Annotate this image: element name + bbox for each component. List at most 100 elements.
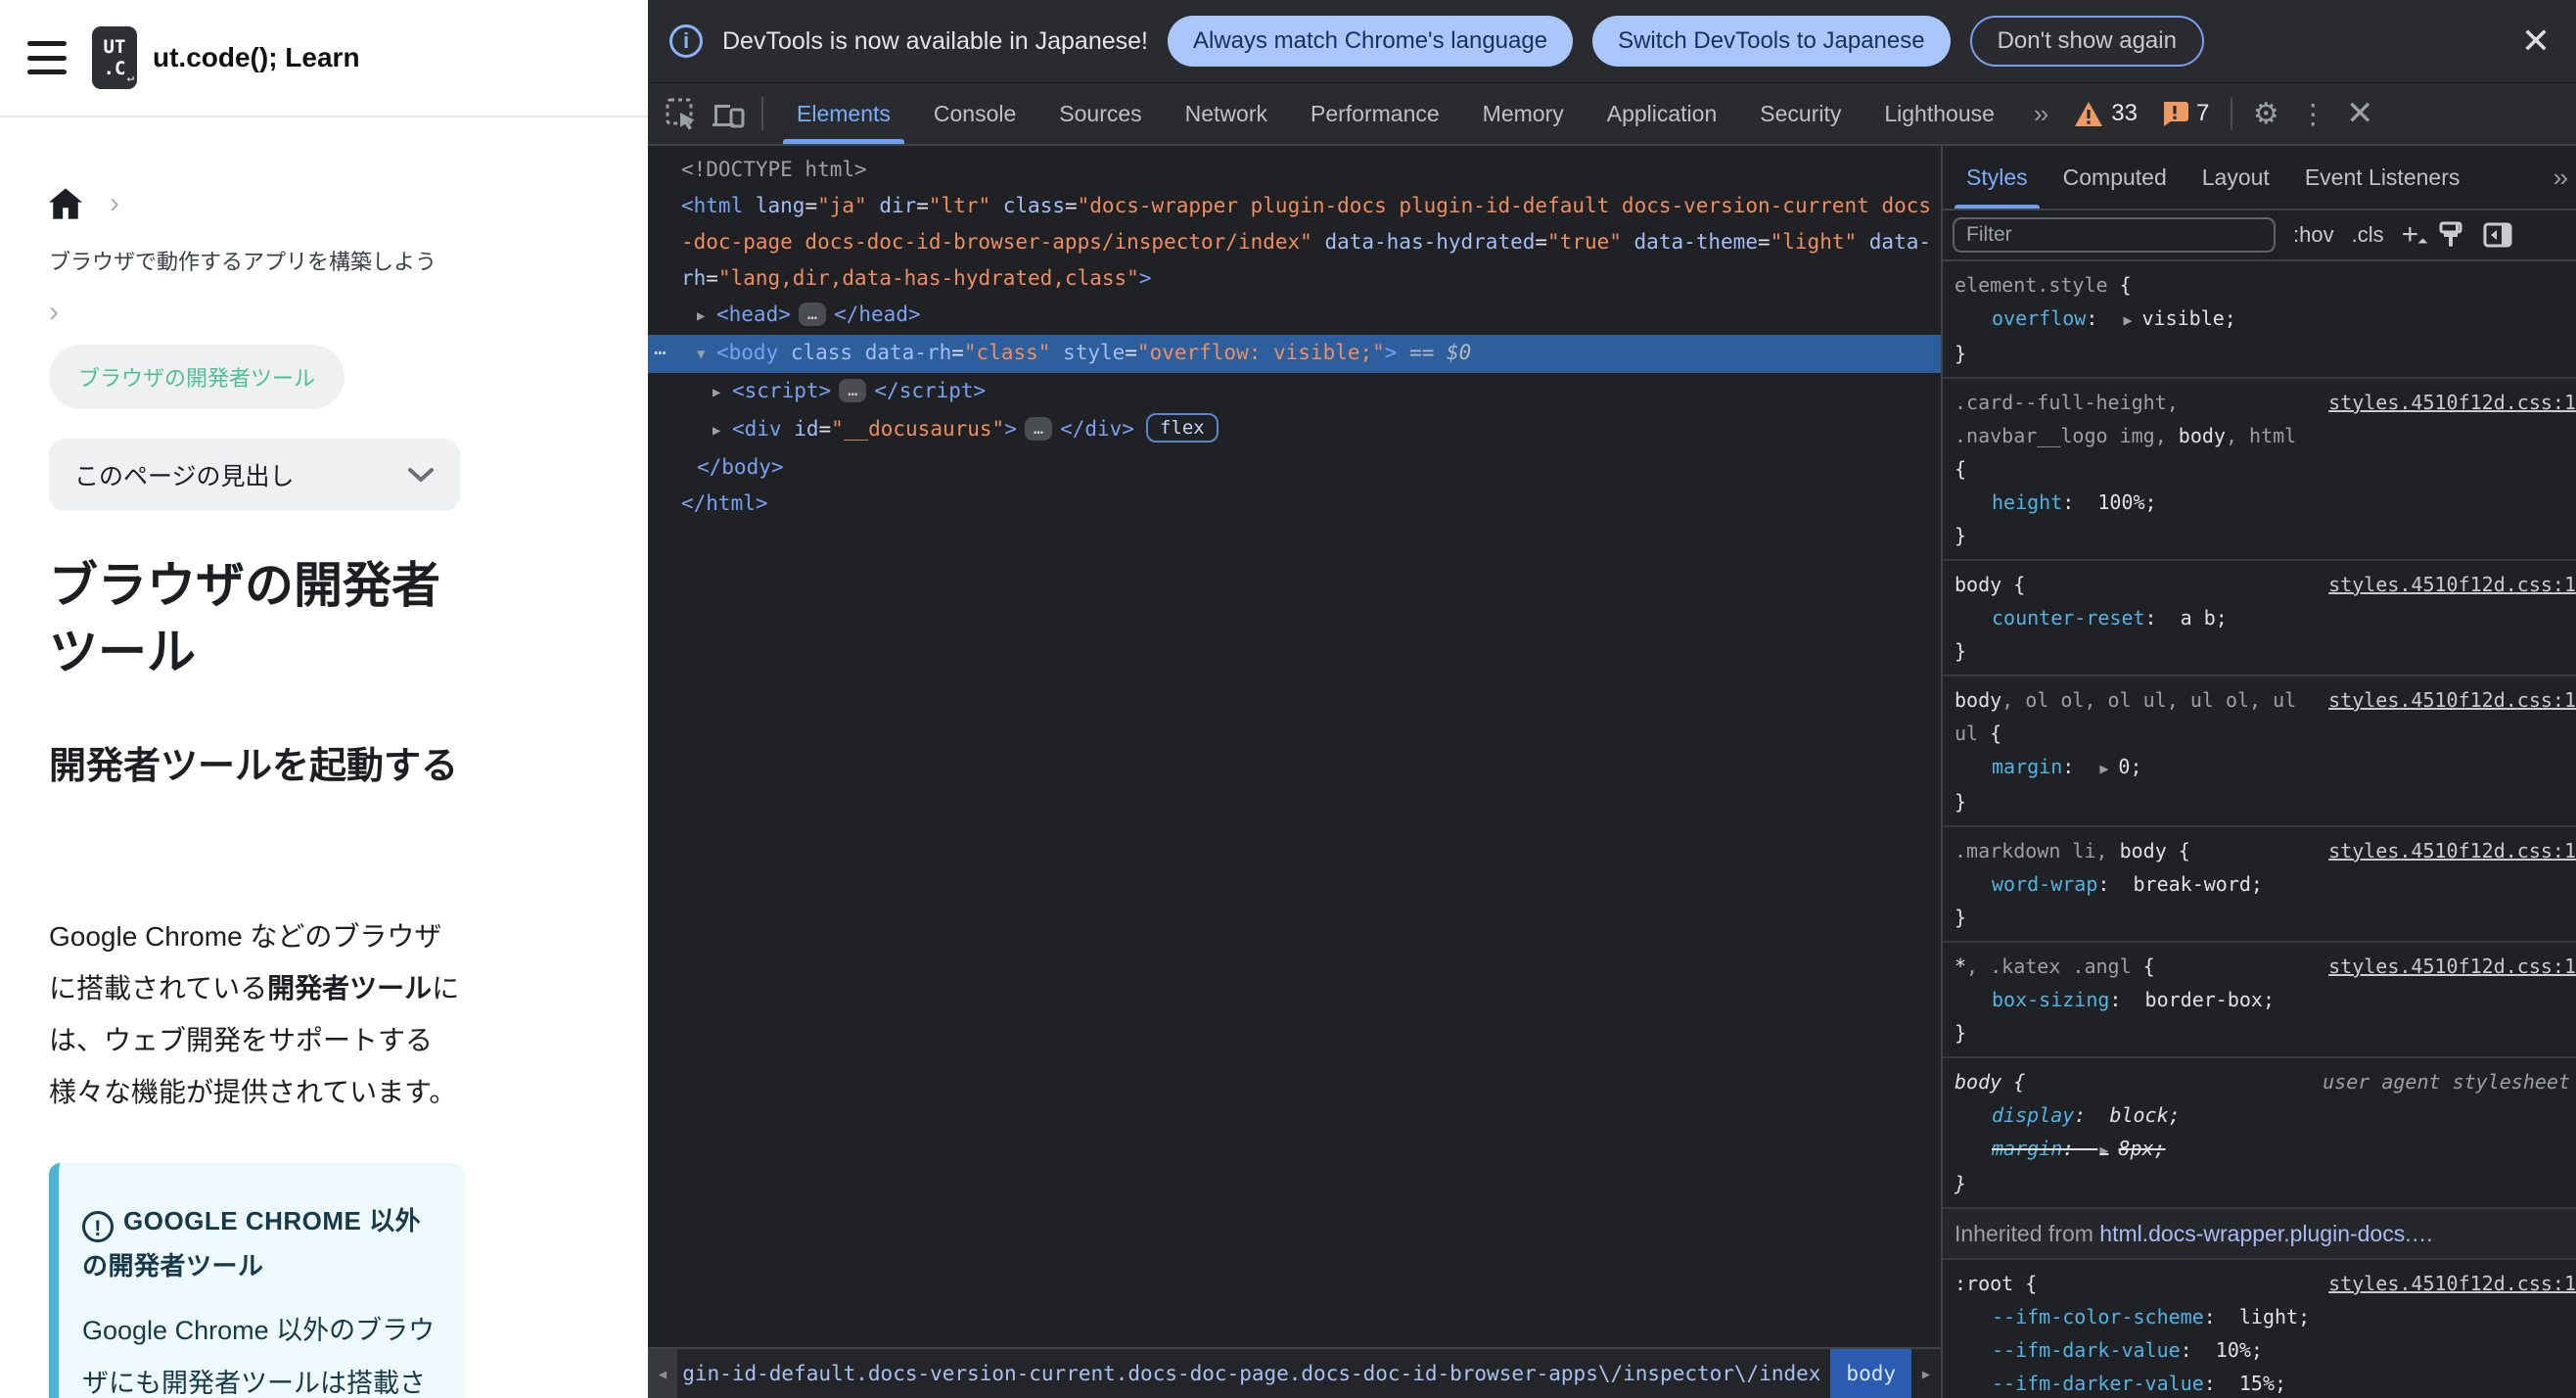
toggle-panel-icon[interactable] (2483, 220, 2512, 250)
css-property[interactable]: height: 100%; (1955, 486, 2576, 519)
expand-shorthand-icon[interactable]: ▶ (2099, 1142, 2108, 1159)
css-property[interactable]: --ifm-color-scheme: light; (1955, 1300, 2576, 1333)
device-toolbar-icon[interactable] (707, 92, 750, 135)
rule-selector[interactable]: .markdown li, body { (1955, 834, 2319, 867)
stylesheet-source-link[interactable]: styles.4510f12d.css:1 (2328, 1267, 2576, 1300)
css-rule: :root { styles.4510f12d.css:1 --ifm-color-… (1943, 1260, 2576, 1398)
node-menu-dots-icon[interactable]: ⋯ (654, 335, 667, 371)
css-property[interactable]: word-wrap: break-word; (1955, 867, 2576, 901)
rule-selector[interactable]: element.style { (1955, 268, 2576, 302)
expand-children-button[interactable]: … (839, 379, 867, 402)
tab-lighthouse[interactable]: Lighthouse (1863, 83, 2016, 144)
inherited-from-label: Inherited from (1955, 1221, 2100, 1246)
rule-selector[interactable]: *, .katex .angl { (1955, 950, 2319, 983)
sidebar-tab-event-listeners[interactable]: Event Listeners (2287, 146, 2478, 209)
sidebar-tab-layout[interactable]: Layout (2185, 146, 2287, 209)
expand-arrow-icon[interactable]: ▶ (697, 299, 716, 335)
inherited-element-link[interactable]: html.docs-wrapper.plugin-docs.… (2099, 1221, 2433, 1246)
stylesheet-source-link[interactable]: styles.4510f12d.css:1 (2328, 568, 2576, 601)
css-property[interactable]: margin: ▶ 0; (1955, 750, 2576, 785)
code-token: = (805, 194, 818, 217)
expand-children-button[interactable]: … (798, 303, 827, 326)
site-logo[interactable]: UT .C ↵ (92, 26, 137, 89)
close-icon[interactable]: ✕ (2521, 23, 2551, 59)
settings-gear-icon[interactable]: ⚙ (2244, 92, 2287, 135)
tab-memory[interactable]: Memory (1461, 83, 1586, 144)
rule-selector[interactable]: body, ol ol, ol ul, ul ol, ul ul { (1955, 683, 2319, 750)
toggle-class-button[interactable]: .cls (2352, 222, 2384, 248)
tab-sources[interactable]: Sources (1037, 83, 1163, 144)
stylesheet-source-link[interactable]: styles.4510f12d.css:1 (2328, 834, 2576, 867)
toggle-hover-state-button[interactable]: :hov (2293, 222, 2334, 248)
css-property[interactable]: overflow: ▶ visible; (1955, 302, 2576, 337)
kebab-menu-icon[interactable]: ⋮ (2291, 92, 2334, 135)
expand-shorthand-icon[interactable]: ▶ (2099, 760, 2108, 777)
stylesheet-source-link[interactable]: styles.4510f12d.css:1 (2328, 683, 2576, 717)
more-sidebar-tabs-icon[interactable]: ›› (2553, 163, 2576, 193)
breadcrumb-item-parent[interactable]: ブラウザで動作するアプリを構築しよう (49, 245, 509, 276)
issues-counter[interactable]: 7 (2161, 100, 2209, 127)
inspect-element-icon[interactable] (660, 92, 703, 135)
expand-arrow-icon[interactable]: ▶ (713, 375, 732, 411)
styles-filter-input[interactable] (1953, 217, 2276, 253)
tab-console[interactable]: Console (912, 83, 1037, 144)
toc-collapsible-button[interactable]: このページの見出し (49, 439, 460, 511)
warning-triangle-icon (2074, 101, 2103, 127)
css-property[interactable]: counter-reset: a b; (1955, 601, 2576, 634)
crumb-scroll-left-icon[interactable]: ◂ (648, 1349, 677, 1398)
code-token: data-theme (1621, 230, 1758, 254)
rule-selector[interactable]: .card--full-height, .navbar__logo img, b… (1955, 386, 2319, 486)
css-property[interactable]: margin: ▶ 8px; (1955, 1132, 2576, 1167)
home-icon[interactable] (49, 188, 82, 219)
element-path[interactable]: plugin-id-default.docs-version-current.d… (681, 1362, 1820, 1385)
dom-tree-node[interactable]: ▶ <script> … </script> (648, 373, 1941, 411)
flex-badge[interactable]: flex (1145, 413, 1219, 443)
expand-arrow-icon[interactable]: ▶ (713, 413, 732, 449)
css-property[interactable]: box-sizing: border-box; (1955, 983, 2576, 1016)
tab-elements[interactable]: Elements (775, 83, 912, 144)
new-style-rule-button[interactable]: + (2402, 220, 2419, 250)
collapse-arrow-icon[interactable]: ▼ (697, 337, 716, 373)
breadcrumb-item-current[interactable]: ブラウザの開発者ツール (49, 345, 345, 409)
tab-application[interactable]: Application (1586, 83, 1739, 144)
dom-tree-node[interactable]: <html lang="ja" dir="ltr" class="docs-wr… (648, 188, 1941, 297)
css-property[interactable]: display: block; (1955, 1098, 2576, 1132)
dom-tree-node[interactable]: ▶ <div id="__docusaurus"> … </div> flex (648, 411, 1941, 449)
sidebar-tab-styles[interactable]: Styles (1949, 146, 2046, 209)
warnings-counter[interactable]: 33 (2074, 100, 2138, 127)
devtools-infobar: i DevTools is now available in Japanese!… (648, 0, 2576, 83)
dom-tree-node[interactable]: <!DOCTYPE html> (648, 152, 1941, 188)
crumb-scroll-right-icon[interactable]: ▸ (1911, 1349, 1941, 1398)
switch-to-japanese-button[interactable]: Switch DevTools to Japanese (1592, 16, 1951, 67)
tab-performance[interactable]: Performance (1289, 83, 1461, 144)
tab-network[interactable]: Network (1164, 83, 1289, 144)
more-tabs-icon[interactable]: ›› (2034, 99, 2048, 129)
selected-element-crumb[interactable]: body (1830, 1349, 1911, 1398)
dom-tree-node[interactable]: ▶ <head> … </head> (648, 297, 1941, 335)
rule-selector[interactable]: body { (1955, 568, 2319, 601)
site-title[interactable]: ut.code(); Learn (153, 42, 360, 73)
divider (761, 97, 763, 130)
css-property[interactable]: --ifm-darker-value: 15%; (1955, 1367, 2576, 1398)
stylesheet-source-link[interactable]: styles.4510f12d.css:1 (2328, 386, 2576, 419)
docs-site-page: UT .C ↵ ut.code(); Learn › ブラウザで動作するアプリを… (0, 0, 648, 1398)
rule-selector[interactable]: :root { (1955, 1267, 2319, 1300)
expand-shorthand-icon[interactable]: ▶ (2123, 311, 2132, 329)
dont-show-again-button[interactable]: Don't show again (1969, 16, 2204, 67)
dom-tree-node[interactable]: </html> (648, 486, 1941, 522)
rule-close-brace: } (1955, 639, 1967, 663)
dom-tree-node[interactable]: </body> (648, 449, 1941, 486)
always-match-language-button[interactable]: Always match Chrome's language (1167, 16, 1574, 67)
brush-icon[interactable] (2436, 220, 2465, 250)
stylesheet-source-link[interactable]: styles.4510f12d.css:1 (2328, 950, 2576, 983)
code-token: </head> (834, 303, 921, 326)
tab-security[interactable]: Security (1738, 83, 1863, 144)
sidebar-tab-computed[interactable]: Computed (2046, 146, 2185, 209)
close-devtools-icon[interactable]: ✕ (2338, 92, 2381, 135)
dom-tree-node[interactable]: ⋯ ▼ <body class data-rh="class" style="ove… (648, 335, 1941, 373)
divider (2231, 97, 2233, 130)
css-property[interactable]: --ifm-dark-value: 10%; (1955, 1333, 2576, 1367)
menu-icon[interactable] (27, 41, 67, 74)
rule-selector[interactable]: body { (1955, 1065, 2313, 1098)
expand-children-button[interactable]: … (1024, 417, 1053, 441)
